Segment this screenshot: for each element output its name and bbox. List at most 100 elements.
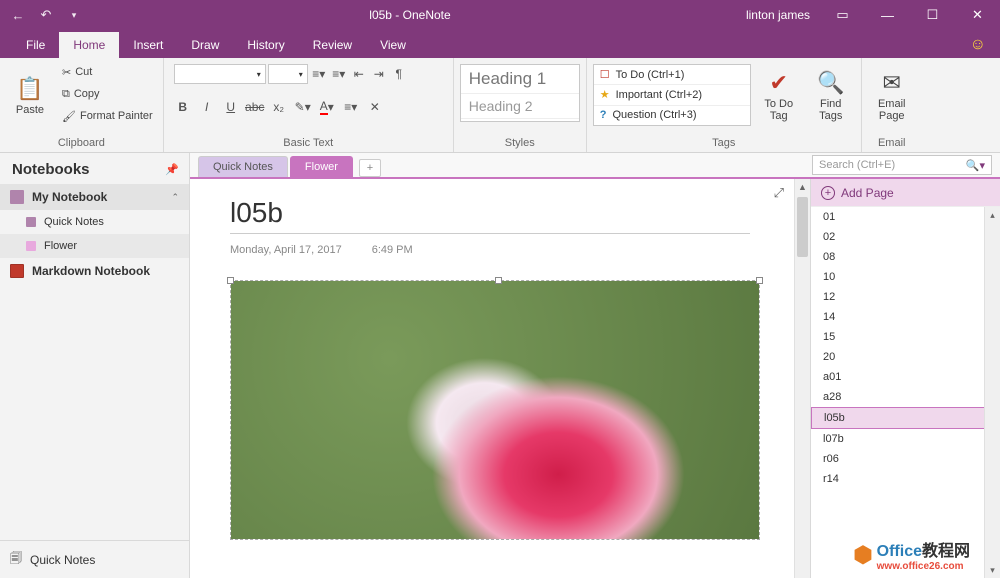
tab-review[interactable]: Review [299, 32, 366, 58]
minimize-button[interactable]: — [865, 0, 910, 30]
italic-button[interactable]: I [198, 98, 216, 116]
resize-handle[interactable] [756, 277, 763, 284]
clear-format-button[interactable]: ✕ [366, 98, 384, 116]
page-list-item[interactable]: 02 [811, 227, 1000, 247]
page-list-item[interactable]: 08 [811, 247, 1000, 267]
outdent-button[interactable]: ⇤ [350, 65, 368, 83]
question-icon: ? [600, 109, 607, 121]
page-list-item[interactable]: 20 [811, 347, 1000, 367]
page-list-item[interactable]: 01 [811, 207, 1000, 227]
ribbon: 📋 Paste ✂Cut ⧉Copy 🖌Format Painter Clipb… [0, 58, 1000, 153]
email-page-button[interactable]: ✉ Email Page [868, 62, 916, 128]
email-icon: ✉ [883, 68, 901, 98]
tab-home[interactable]: Home [59, 32, 119, 58]
styles-gallery[interactable]: Heading 1 Heading 2 [460, 64, 580, 122]
notebook-markdown[interactable]: Markdown Notebook [0, 258, 189, 284]
find-tags-button[interactable]: 🔍 Find Tags [807, 62, 855, 128]
add-section-button[interactable]: + [359, 159, 381, 177]
pin-icon[interactable]: 📌 [165, 163, 179, 176]
indent-button[interactable]: ⇥ [370, 65, 388, 83]
tab-draw[interactable]: Draw [177, 32, 233, 58]
quick-notes-footer[interactable]: 🗐 Quick Notes [0, 540, 189, 578]
note-canvas[interactable]: ⤢ l05b Monday, April 17, 2017 6:49 PM [190, 179, 794, 578]
underline-button[interactable]: U [222, 98, 240, 116]
group-label-basic-text: Basic Text [170, 135, 447, 152]
align-button[interactable]: ≡▾ [342, 98, 360, 116]
scroll-up-icon[interactable]: ▴ [985, 207, 1000, 223]
section-icon [26, 217, 36, 227]
numbering-button[interactable]: ≡▾ [330, 65, 348, 83]
scroll-down-icon[interactable]: ▾ [985, 562, 1000, 578]
paragraph-button[interactable]: ¶ [390, 65, 408, 83]
tags-gallery[interactable]: ☐To Do (Ctrl+1) ★Important (Ctrl+2) ?Que… [593, 64, 751, 126]
bold-button[interactable]: B [174, 98, 192, 116]
qa-dropdown-icon[interactable]: ▾ [64, 10, 84, 21]
user-name[interactable]: linton james [736, 8, 820, 22]
page-list-item[interactable]: 14 [811, 307, 1000, 327]
font-name-select[interactable]: ▾ [174, 64, 266, 84]
group-email: ✉ Email Page Email [862, 58, 922, 152]
scroll-thumb[interactable] [797, 197, 808, 257]
group-clipboard: 📋 Paste ✂Cut ⧉Copy 🖌Format Painter Clipb… [0, 58, 164, 152]
page-list-item[interactable]: 12 [811, 287, 1000, 307]
main-area: Notebooks 📌 My Notebook ⌃ Quick Notes Fl… [0, 153, 1000, 578]
tag-todo[interactable]: ☐To Do (Ctrl+1) [594, 65, 750, 85]
tab-history[interactable]: History [233, 32, 298, 58]
page-list-item[interactable]: r14 [811, 469, 1000, 489]
sectab-quick-notes[interactable]: Quick Notes [198, 156, 288, 177]
search-input[interactable]: Search (Ctrl+E) 🔍▾ [812, 155, 992, 175]
page-list-item[interactable]: l05b [811, 407, 1000, 429]
font-size-select[interactable]: ▾ [268, 64, 308, 84]
section-quick-notes[interactable]: Quick Notes [0, 210, 189, 234]
style-heading1[interactable]: Heading 1 [461, 65, 579, 94]
highlight-button[interactable]: ✎▾ [294, 98, 312, 116]
pagelist-scrollbar[interactable]: ▴ ▾ [984, 207, 1000, 578]
copy-button[interactable]: ⧉Copy [58, 84, 157, 104]
format-painter-button[interactable]: 🖌Format Painter [58, 106, 157, 126]
section-flower[interactable]: Flower [0, 234, 189, 258]
cut-button[interactable]: ✂Cut [58, 62, 157, 82]
add-page-button[interactable]: + Add Page [811, 179, 1000, 207]
quick-notes-icon: 🗐 [10, 549, 22, 570]
tag-question[interactable]: ?Question (Ctrl+3) [594, 106, 750, 125]
scroll-up-icon[interactable]: ▲ [795, 179, 810, 195]
page-list-item[interactable]: a28 [811, 387, 1000, 407]
notebook-icon [10, 190, 24, 204]
group-tags: ☐To Do (Ctrl+1) ★Important (Ctrl+2) ?Que… [587, 58, 862, 152]
cut-icon: ✂ [62, 66, 71, 79]
notebooks-header: Notebooks 📌 [0, 153, 189, 184]
strike-button[interactable]: abc [246, 98, 264, 116]
paste-button[interactable]: 📋 Paste [6, 62, 54, 128]
page-list-item[interactable]: r06 [811, 449, 1000, 469]
page-title[interactable]: l05b [230, 197, 794, 229]
page-list-item[interactable]: a01 [811, 367, 1000, 387]
page-list: 0102081012141520a01a28l05bl07br06r14 ▴ ▾ [811, 207, 1000, 578]
todo-tag-button[interactable]: ✔ To Do Tag [755, 62, 803, 128]
group-label-tags: Tags [593, 135, 855, 152]
close-button[interactable]: ✕ [955, 0, 1000, 30]
font-color-button[interactable]: A▾ [318, 98, 336, 116]
section-icon [26, 241, 36, 251]
page-list-item[interactable]: l07b [811, 429, 1000, 449]
ribbon-options-icon[interactable]: ▭ [820, 0, 865, 30]
tab-file[interactable]: File [12, 32, 59, 58]
undo-icon[interactable]: ↶ [36, 7, 56, 23]
subscript-button[interactable]: x₂ [270, 98, 288, 116]
resize-handle[interactable] [495, 277, 502, 284]
sectab-flower[interactable]: Flower [290, 156, 353, 177]
tab-view[interactable]: View [366, 32, 420, 58]
image-container[interactable] [230, 280, 760, 540]
tag-important[interactable]: ★Important (Ctrl+2) [594, 85, 750, 105]
maximize-button[interactable]: ☐ [910, 0, 955, 30]
expand-icon[interactable]: ⤢ [774, 185, 784, 201]
page-list-item[interactable]: 15 [811, 327, 1000, 347]
tab-insert[interactable]: Insert [119, 32, 177, 58]
resize-handle[interactable] [227, 277, 234, 284]
content-scrollbar[interactable]: ▲ [794, 179, 810, 578]
bullets-button[interactable]: ≡▾ [310, 65, 328, 83]
style-heading2[interactable]: Heading 2 [461, 94, 579, 119]
notebook-my-notebook[interactable]: My Notebook ⌃ [0, 184, 189, 210]
page-list-item[interactable]: 10 [811, 267, 1000, 287]
back-icon[interactable]: ← [8, 8, 28, 23]
feedback-icon[interactable]: ☺ [970, 36, 986, 58]
